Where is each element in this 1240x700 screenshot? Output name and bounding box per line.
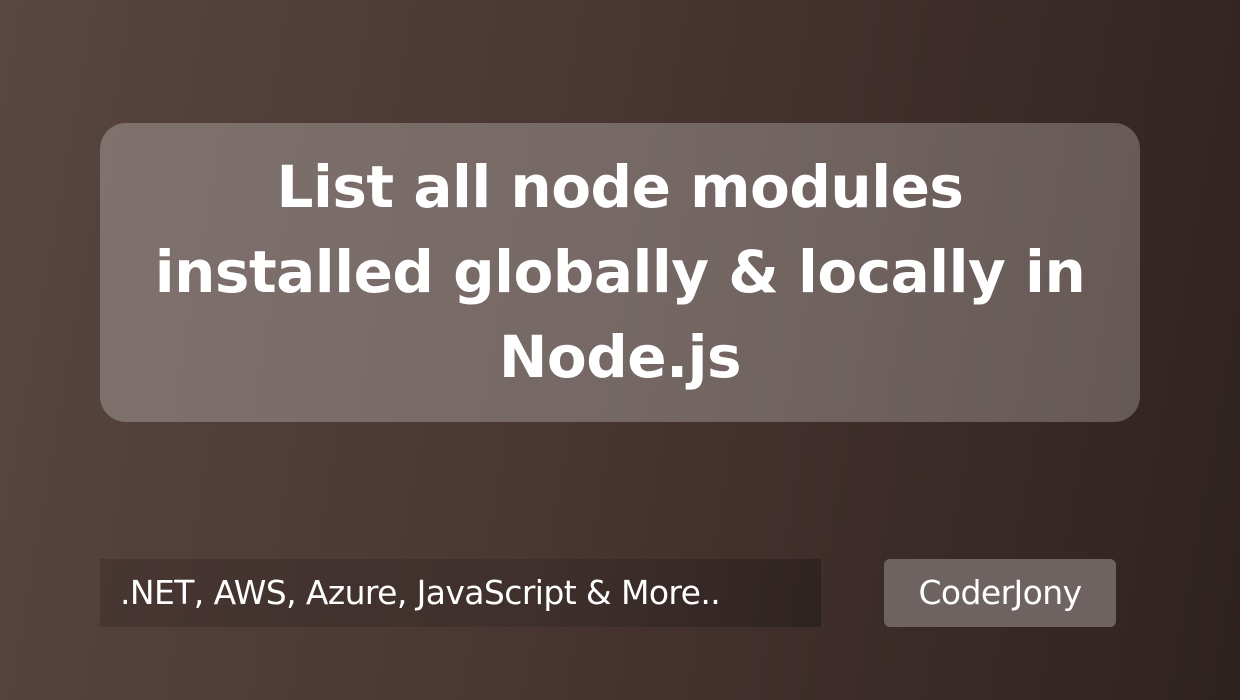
thumbnail-canvas: { "title": { "lines": ["List all node mo…	[0, 0, 1240, 700]
article-title: List all node modules installed globally …	[154, 145, 1086, 400]
title-card: List all node modules installed globally …	[100, 123, 1140, 422]
title-line-1: List all node modules	[276, 153, 964, 221]
brand-badge: CoderJony	[884, 559, 1116, 627]
title-line-2: installed globally & locally in	[154, 238, 1086, 306]
topics-tagline: .NET, AWS, Azure, JavaScript & More..	[100, 559, 821, 627]
title-line-3: Node.js	[498, 323, 742, 391]
